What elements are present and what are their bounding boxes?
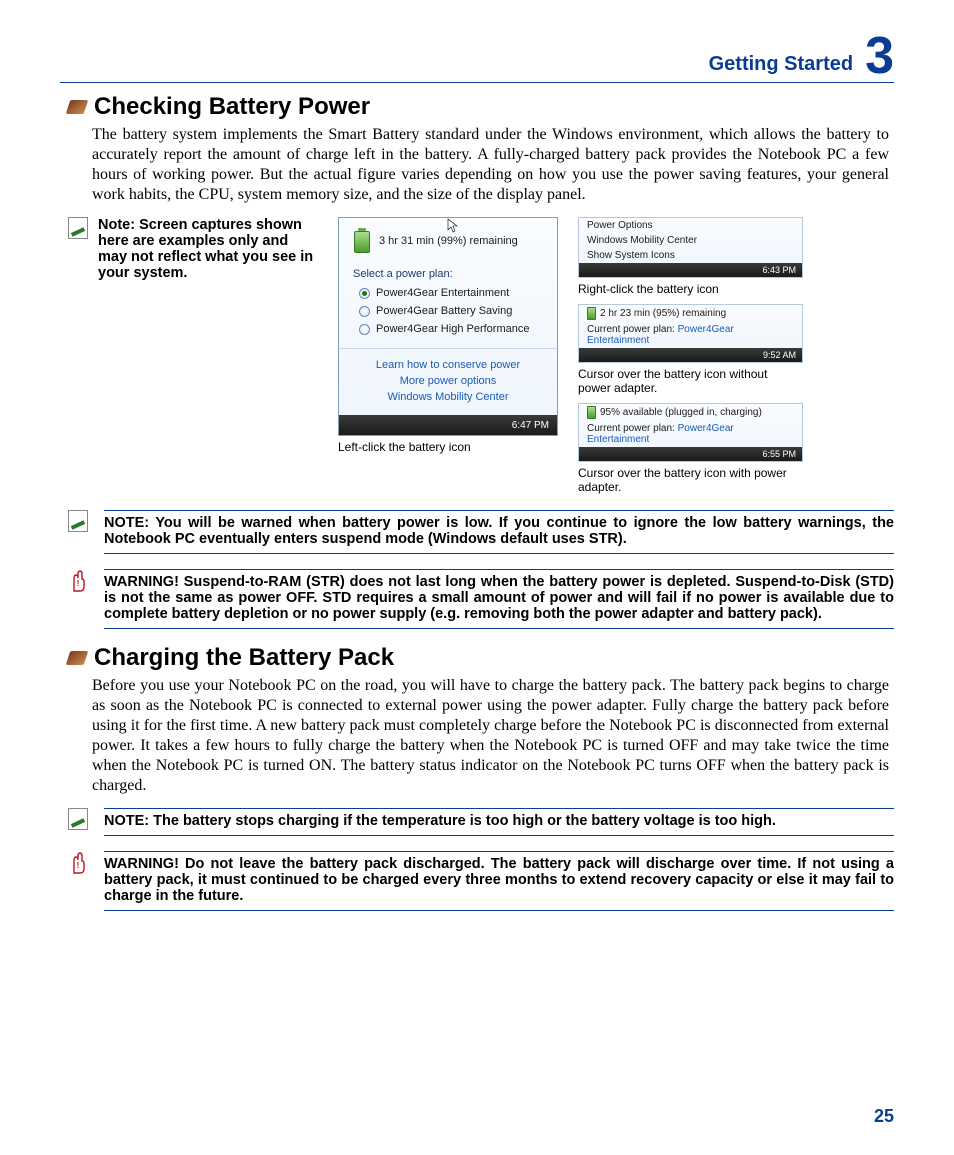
link-conserve[interactable]: Learn how to conserve power [339,357,557,373]
radio-icon [359,288,370,299]
mini-taskbar: 9:52 AM [579,348,802,362]
svg-text:!: ! [77,861,80,870]
section-title: Charging the Battery Pack [94,644,394,672]
battery-icon [353,228,371,254]
screenshot-row: Note: Screen captures shown here are exa… [68,217,894,494]
section2-body: Before you use your Notebook PC on the r… [92,676,889,796]
radio-icon [359,324,370,335]
section1-body: The battery system implements the Smart … [92,125,889,205]
plan-option-3[interactable]: Power4Gear High Performance [339,320,557,338]
mini-taskbar: 6:43 PM [579,263,802,277]
svg-text:!: ! [77,579,80,588]
power-flyout: 3 hr 31 min (99%) remaining Select a pow… [338,217,558,436]
hover2-caption: Cursor over the battery icon with power … [578,466,803,494]
plan-option-1[interactable]: Power4Gear Entertainment [339,284,557,302]
hover-tooltip-2: 95% available (plugged in, charging) Cur… [578,403,803,462]
taskbar: 6:47 PM [339,415,557,435]
context-item[interactable]: Show System Icons [579,248,802,263]
battery-icon [587,307,596,320]
warning-hand-icon: ! [68,569,88,593]
context-item[interactable]: Windows Mobility Center [579,233,802,248]
mini-taskbar: 6:55 PM [579,447,802,461]
note-icon [68,217,88,239]
flyout-links: Learn how to conserve power More power o… [339,348,557,415]
hover-tooltip-1: 2 hr 23 min (95%) remaining Current powe… [578,304,803,363]
link-mobility-center[interactable]: Windows Mobility Center [339,389,557,405]
radio-icon [359,306,370,317]
chapter-header: Getting Started 3 [60,30,894,82]
warning-text: WARNING! Suspend-to-RAM (STR) does not l… [104,569,894,629]
section-heading-charging: Charging the Battery Pack [68,644,894,672]
note-text: NOTE: You will be warned when battery po… [104,510,894,554]
context-item[interactable]: Power Options [579,218,802,233]
context-caption: Right-click the battery icon [578,282,803,296]
plan-option-2[interactable]: Power4Gear Battery Saving [339,302,557,320]
plan-label: Select a power plan: [339,264,557,284]
warning-row-1: ! WARNING! Suspend-to-RAM (STR) does not… [68,569,894,629]
screenshot-note: Note: Screen captures shown here are exa… [98,217,318,281]
note-icon [68,808,88,830]
warning-hand-icon: ! [68,851,88,875]
page-number: 25 [874,1106,894,1127]
book-icon [66,651,89,665]
section-title: Checking Battery Power [94,93,370,121]
battery-icon [587,406,596,419]
note-row-1: NOTE: You will be warned when battery po… [68,510,894,554]
link-more-options[interactable]: More power options [339,373,557,389]
hover1-caption: Cursor over the battery icon without pow… [578,367,803,395]
battery-remaining: 3 hr 31 min (99%) remaining [379,235,518,247]
chapter-number: 3 [865,30,894,82]
chapter-title: Getting Started [709,53,853,82]
section-heading-battery-power: Checking Battery Power [68,93,894,121]
flyout-caption: Left-click the battery icon [338,440,558,454]
cursor-icon [447,218,459,234]
note-text: NOTE: The battery stops charging if the … [104,808,894,836]
context-menu-panel: Power Options Windows Mobility Center Sh… [578,217,803,278]
note-row-2: NOTE: The battery stops charging if the … [68,808,894,836]
book-icon [66,100,89,114]
warning-text: WARNING! Do not leave the battery pack d… [104,851,894,911]
header-divider [60,82,894,83]
warning-row-2: ! WARNING! Do not leave the battery pack… [68,851,894,911]
note-icon [68,510,88,532]
taskbar-time: 6:47 PM [512,420,549,431]
